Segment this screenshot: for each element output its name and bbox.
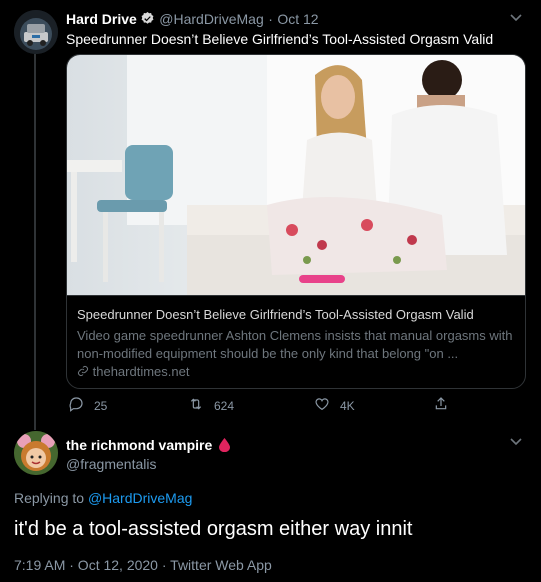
chevron-down-icon[interactable] [508, 9, 524, 25]
author-handle[interactable]: @HardDriveMag [159, 11, 263, 27]
link-card[interactable]: Speedrunner Doesn’t Believe Girlfriend’s… [66, 54, 526, 389]
hard-drive-avatar[interactable] [14, 10, 58, 54]
reply-text: it'd be a tool-assisted orgasm either wa… [14, 518, 413, 540]
tweet-date[interactable]: Oct 12 [277, 11, 318, 27]
replying-prefix: Replying to [14, 490, 85, 506]
retweet-icon [188, 396, 214, 415]
verified-badge-icon [140, 11, 155, 31]
card-title: Speedrunner Doesn’t Believe Girlfriend’s… [77, 307, 474, 322]
reply-count: 25 [94, 398, 108, 413]
card-domain-text: thehardtimes.net [92, 364, 190, 379]
reply-timestamp[interactable]: 7:19 AM · Oct 12, 2020 · Twitter Web App [14, 557, 272, 573]
card-domain: thehardtimes.net [77, 364, 189, 379]
blood-drop-icon [217, 437, 230, 454]
tweet-text: Speedrunner Doesn’t Believe Girlfriend’s… [66, 31, 494, 47]
reply-icon [68, 396, 94, 415]
replying-to: Replying to @HardDriveMag [14, 490, 192, 506]
retweet-button[interactable]: 624 [188, 396, 234, 415]
thread-line [34, 54, 36, 430]
reply-author-handle[interactable]: @fragmentalis [66, 456, 156, 472]
card-image [67, 55, 525, 295]
reply-button[interactable]: 25 [68, 396, 107, 415]
like-button[interactable]: 4K [314, 396, 355, 415]
richmond-vampire-avatar[interactable] [14, 431, 58, 475]
author-name[interactable]: Hard Drive [66, 11, 137, 27]
retweet-count: 624 [214, 398, 235, 413]
card-body: Speedrunner Doesn’t Believe Girlfriend’s… [67, 295, 525, 388]
tweet-header: Hard Drive @HardDriveMag · Oct 12 [66, 11, 319, 31]
chevron-down-icon[interactable] [508, 433, 524, 449]
replying-to-link[interactable]: @HardDriveMag [88, 490, 192, 506]
reply-author: the richmond vampire [66, 437, 230, 455]
like-icon [314, 396, 340, 415]
share-icon [433, 396, 459, 415]
reply-author-name[interactable]: the richmond vampire [66, 437, 212, 453]
card-description: Video game speedrunner Ashton Clemens in… [77, 328, 513, 361]
like-count: 4K [340, 398, 355, 413]
separator-dot: · [268, 11, 273, 27]
link-icon [77, 364, 89, 379]
share-button[interactable] [433, 396, 459, 415]
